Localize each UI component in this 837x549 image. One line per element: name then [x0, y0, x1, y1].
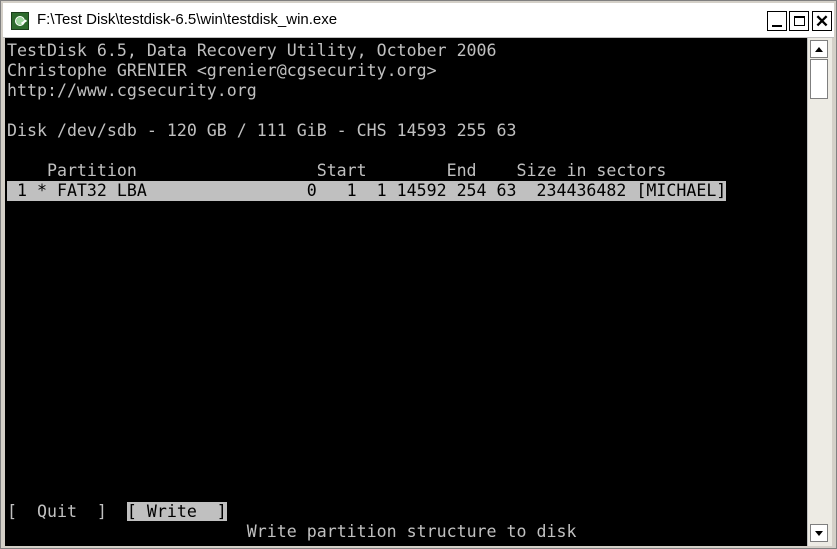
arrow-down-icon [815, 530, 823, 536]
maximize-icon [793, 16, 805, 26]
status-line: Write partition structure to disk [7, 522, 577, 542]
close-icon: ✕ [814, 11, 830, 31]
minimize-icon [772, 24, 782, 27]
quit-button[interactable]: [ Quit ] [7, 502, 107, 521]
scroll-thumb[interactable] [810, 59, 828, 99]
scroll-down-button[interactable] [810, 524, 828, 542]
title-bar[interactable]: F:\Test Disk\testdisk-6.5\win\testdisk_w… [3, 3, 834, 38]
menu-bar: [ Quit ] [ Write ] [7, 502, 227, 522]
minimize-button[interactable] [767, 11, 787, 31]
partition-row[interactable]: 1 * FAT32 LBA 0 1 1 14592 254 63 2344364… [7, 181, 727, 201]
maximize-button[interactable] [789, 11, 809, 31]
vertical-scrollbar[interactable] [807, 38, 832, 546]
disk-info: Disk /dev/sdb - 120 GB / 111 GiB - CHS 1… [7, 121, 517, 140]
header-line-title: TestDisk 6.5, Data Recovery Utility, Oct… [7, 41, 497, 60]
arrow-up-icon [815, 46, 823, 52]
console-window: F:\Test Disk\testdisk-6.5\win\testdisk_w… [0, 0, 837, 549]
app-icon[interactable] [11, 12, 29, 30]
status-text-indent [7, 522, 247, 541]
console-area[interactable]: TestDisk 6.5, Data Recovery Utility, Oct… [5, 38, 807, 546]
header-line-url: http://www.cgsecurity.org [7, 81, 257, 100]
header-line-author: Christophe GRENIER <grenier@cgsecurity.o… [7, 61, 437, 80]
write-button[interactable]: [ Write ] [126, 502, 227, 521]
close-button[interactable]: ✕ [812, 11, 832, 31]
scroll-up-button[interactable] [810, 40, 828, 58]
status-text: Write partition structure to disk [246, 522, 577, 541]
partition-table-header: Partition Start End Size in sectors [7, 161, 667, 180]
window-title: F:\Test Disk\testdisk-6.5\win\testdisk_w… [37, 11, 338, 28]
